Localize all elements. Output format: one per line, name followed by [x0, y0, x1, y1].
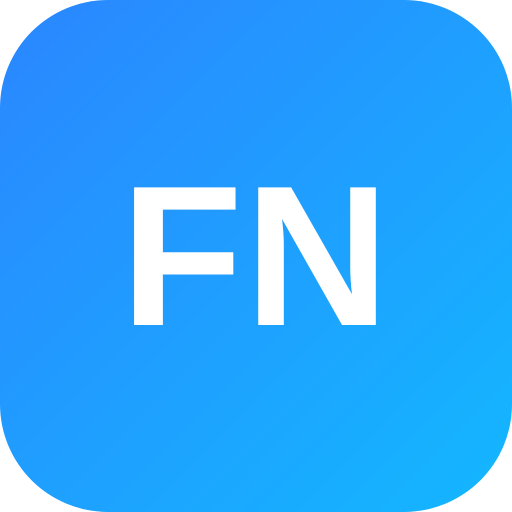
- app-icon-label: FN: [120, 145, 392, 368]
- app-icon[interactable]: FN: [0, 0, 512, 512]
- app-icon-container: FN: [0, 0, 512, 512]
